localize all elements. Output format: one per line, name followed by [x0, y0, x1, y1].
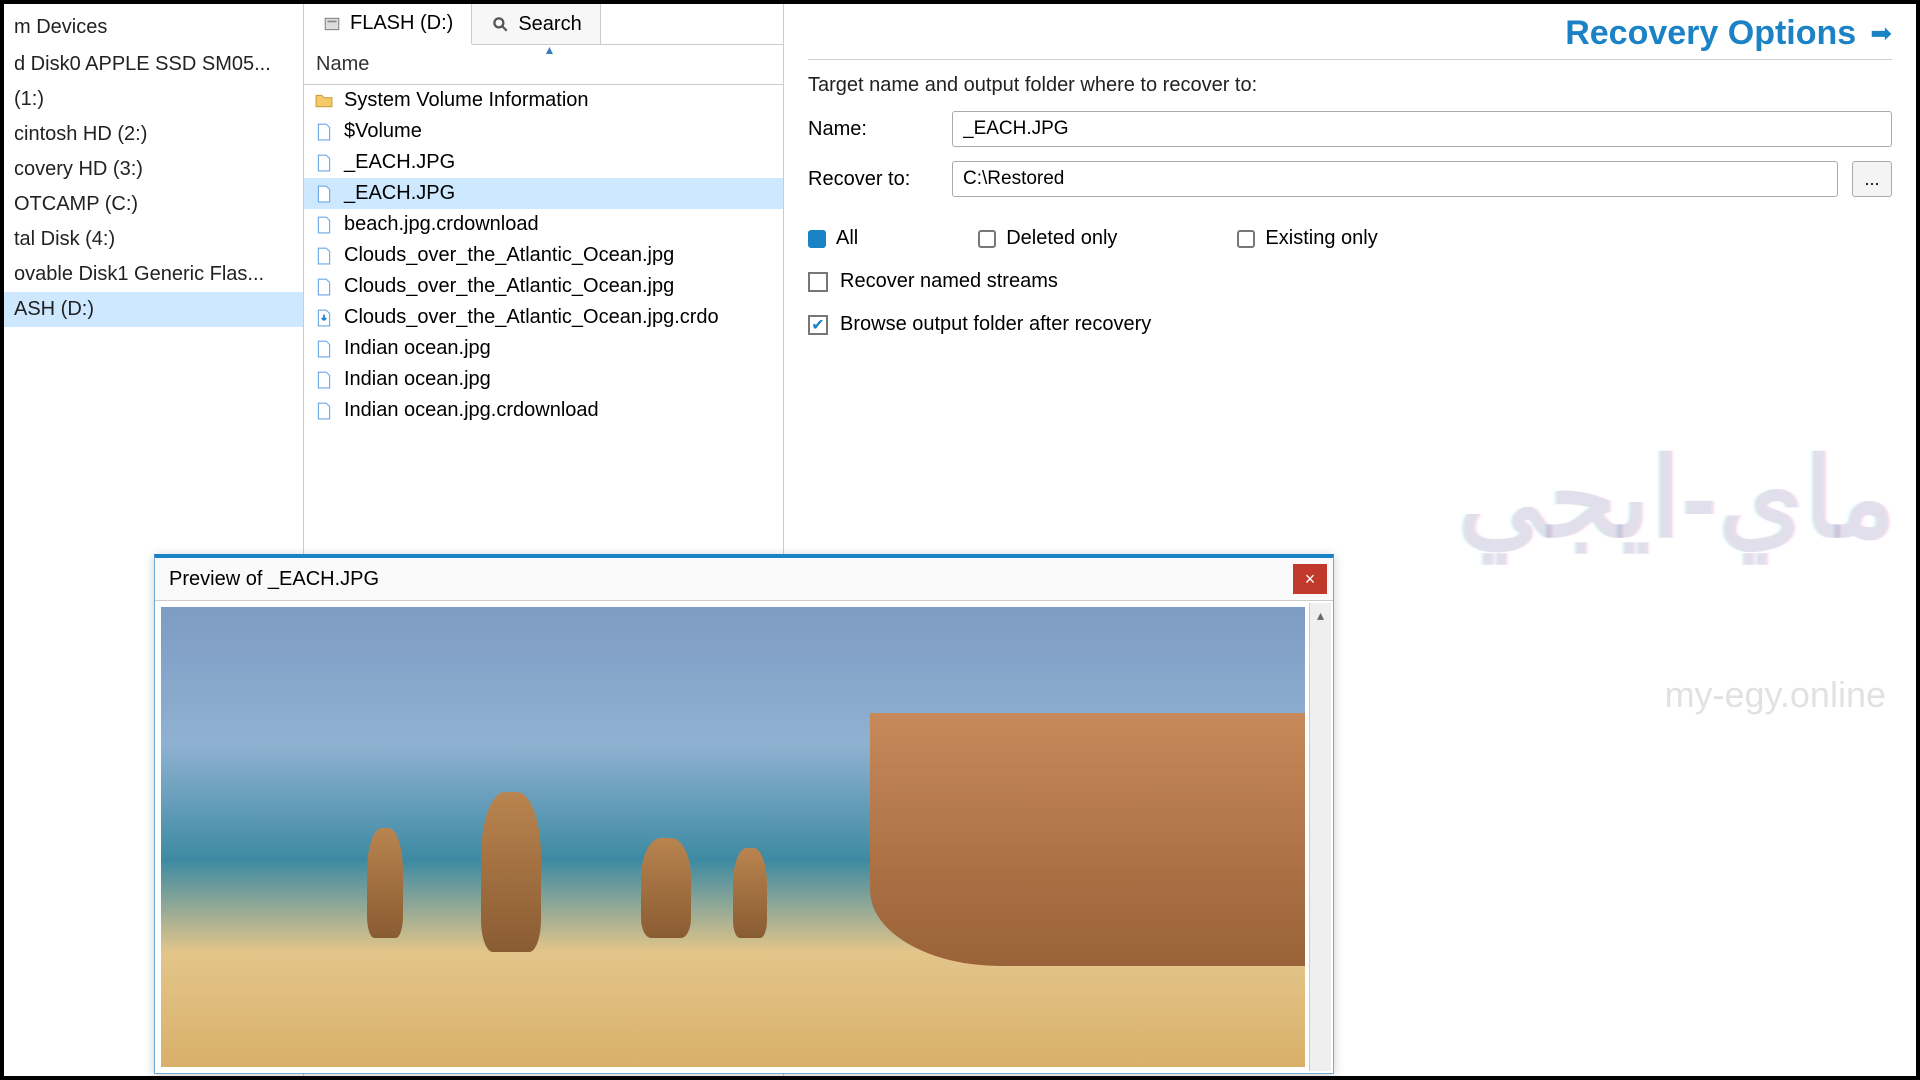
tab-flash-label: FLASH (D:) [350, 12, 453, 35]
recovery-header: Recovery Options ➡ [808, 14, 1892, 60]
preview-title: Preview of _EACH.JPG [169, 568, 379, 591]
file-label: $Volume [344, 120, 422, 143]
name-input[interactable] [952, 111, 1892, 147]
rock-shape [733, 848, 767, 938]
recovery-title: Recovery Options [1565, 14, 1856, 53]
file-icon [314, 401, 334, 421]
sidebar-item-macintosh[interactable]: cintosh HD (2:) [4, 117, 303, 152]
file-row[interactable]: beach.jpg.crdownload [304, 209, 783, 240]
folder-icon [314, 91, 334, 111]
rock-shape [367, 828, 403, 938]
checkbox-browse-label: Browse output folder after recovery [840, 313, 1151, 336]
file-icon [314, 153, 334, 173]
file-icon [314, 184, 334, 204]
file-icon [314, 215, 334, 235]
download-icon [314, 308, 334, 328]
file-label: Indian ocean.jpg [344, 368, 491, 391]
checkbox-streams[interactable] [808, 272, 828, 292]
radio-all-box [808, 230, 826, 248]
checkbox-browse-row[interactable]: Browse output folder after recovery [808, 313, 1892, 336]
close-button[interactable]: × [1293, 564, 1327, 594]
file-row[interactable]: $Volume [304, 116, 783, 147]
radio-existing-box [1237, 230, 1255, 248]
file-label: Clouds_over_the_Atlantic_Ocean.jpg [344, 275, 674, 298]
file-row[interactable]: Indian ocean.jpg.crdownload [304, 395, 783, 426]
file-row[interactable]: Indian ocean.jpg [304, 333, 783, 364]
file-label: Clouds_over_the_Atlantic_Ocean.jpg.crdo [344, 306, 719, 329]
sidebar-item-recovery-hd[interactable]: covery HD (3:) [4, 152, 303, 187]
tab-search-label: Search [518, 13, 581, 36]
next-arrow-icon[interactable]: ➡ [1870, 18, 1892, 49]
recovery-subtitle: Target name and output folder where to r… [808, 74, 1892, 97]
recover-to-row: Recover to: ... [808, 161, 1892, 197]
file-icon [314, 339, 334, 359]
drive-icon [322, 14, 342, 34]
search-icon [490, 14, 510, 34]
close-icon: × [1305, 569, 1316, 590]
vertical-scrollbar[interactable]: ▴ [1309, 603, 1331, 1071]
sidebar-item-disk4[interactable]: tal Disk (4:) [4, 222, 303, 257]
filter-row: All Deleted only Existing only [808, 227, 1892, 250]
cliff-shape [870, 713, 1305, 966]
rock-shape [641, 838, 691, 938]
radio-deleted[interactable]: Deleted only [978, 227, 1117, 250]
file-label: _EACH.JPG [344, 151, 455, 174]
sidebar-item-1[interactable]: (1:) [4, 82, 303, 117]
checkbox-streams-label: Recover named streams [840, 270, 1058, 293]
sidebar-item-disk0[interactable]: d Disk0 APPLE SSD SM05... [4, 47, 303, 82]
radio-deleted-label: Deleted only [1006, 227, 1117, 250]
file-label: _EACH.JPG [344, 182, 455, 205]
recover-to-label: Recover to: [808, 168, 938, 191]
file-row[interactable]: Clouds_over_the_Atlantic_Ocean.jpg [304, 240, 783, 271]
preview-titlebar[interactable]: Preview of _EACH.JPG × [155, 558, 1333, 600]
file-label: Clouds_over_the_Atlantic_Ocean.jpg [344, 244, 674, 267]
radio-existing-label: Existing only [1265, 227, 1377, 250]
file-row[interactable]: Indian ocean.jpg [304, 364, 783, 395]
scroll-up-icon[interactable]: ▴ [1317, 603, 1324, 628]
sidebar-heading: m Devices [4, 8, 303, 47]
file-icon [314, 246, 334, 266]
file-row[interactable]: System Volume Information [304, 85, 783, 116]
sort-arrow-icon: ▲ [544, 43, 556, 57]
radio-existing[interactable]: Existing only [1237, 227, 1377, 250]
rock-shape [481, 792, 541, 952]
preview-window: Preview of _EACH.JPG × ▴ [154, 554, 1334, 1074]
file-icon [314, 277, 334, 297]
tab-bar: FLASH (D:) Search [304, 4, 783, 45]
preview-body: ▴ [155, 600, 1333, 1073]
checkbox-streams-row[interactable]: Recover named streams [808, 270, 1892, 293]
column-header-name[interactable]: Name ▲ [304, 45, 783, 85]
sidebar-item-flash[interactable]: ASH (D:) [4, 292, 303, 327]
file-row[interactable]: Clouds_over_the_Atlantic_Ocean.jpg.crdo [304, 302, 783, 333]
radio-all-label: All [836, 227, 858, 250]
file-row[interactable]: _EACH.JPG [304, 147, 783, 178]
browse-button[interactable]: ... [1852, 161, 1892, 197]
preview-image [161, 607, 1305, 1067]
file-label: beach.jpg.crdownload [344, 213, 539, 236]
file-row[interactable]: _EACH.JPG [304, 178, 783, 209]
file-icon [314, 122, 334, 142]
checkbox-browse[interactable] [808, 315, 828, 335]
tab-search[interactable]: Search [472, 4, 600, 44]
column-header-text: Name [316, 53, 369, 75]
sidebar-item-removable[interactable]: ovable Disk1 Generic Flas... [4, 257, 303, 292]
radio-deleted-box [978, 230, 996, 248]
file-icon [314, 370, 334, 390]
file-label: Indian ocean.jpg.crdownload [344, 399, 599, 422]
name-label: Name: [808, 118, 938, 141]
sidebar-item-bootcamp[interactable]: OTCAMP (C:) [4, 187, 303, 222]
recover-to-input[interactable] [952, 161, 1838, 197]
radio-all[interactable]: All [808, 227, 858, 250]
tab-flash[interactable]: FLASH (D:) [304, 4, 472, 45]
name-row: Name: [808, 111, 1892, 147]
file-label: Indian ocean.jpg [344, 337, 491, 360]
file-row[interactable]: Clouds_over_the_Atlantic_Ocean.jpg [304, 271, 783, 302]
file-label: System Volume Information [344, 89, 589, 112]
